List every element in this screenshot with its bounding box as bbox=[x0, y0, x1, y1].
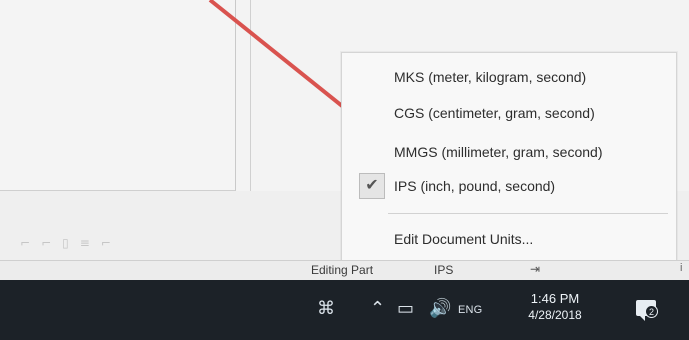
system-clock[interactable]: 1:46 PM 4/28/2018 bbox=[525, 291, 585, 323]
status-info: i bbox=[680, 262, 683, 274]
solidworks-window: ⌐ ⌐ ▯ ≡ ⌐ MKS (meter, kilogram, second) … bbox=[0, 0, 689, 340]
tab-marker: ⌐ bbox=[41, 236, 53, 250]
menu-item-label: MMGS (millimeter, gram, second) bbox=[394, 144, 603, 160]
notification-bubble-icon: 2 bbox=[636, 300, 658, 321]
tab-marker: ⌐ bbox=[100, 236, 112, 250]
clock-date: 4/28/2018 bbox=[528, 307, 582, 322]
menu-separator bbox=[388, 213, 668, 214]
tab-marker: ⌐ bbox=[20, 236, 32, 250]
checkmark-icon: ✔ bbox=[365, 177, 379, 194]
tab-marker: ▯ bbox=[62, 236, 70, 250]
people-icon[interactable]: ⌘ bbox=[317, 299, 335, 317]
menu-item-label: Edit Document Units... bbox=[394, 231, 534, 247]
tab-marker: ≡ bbox=[79, 236, 91, 250]
document-tabs: ⌐ ⌐ ▯ ≡ ⌐ bbox=[0, 233, 250, 253]
status-editing-part: Editing Part bbox=[311, 263, 374, 277]
status-units-button[interactable]: IPS bbox=[434, 263, 453, 277]
dropdown-arrow-icon[interactable]: ⇥ bbox=[530, 262, 540, 276]
windows-taskbar: ⌘ ⌃ ▭ 🔊 ENG 1:46 PM 4/28/2018 2 bbox=[0, 280, 689, 340]
language-indicator[interactable]: ENG bbox=[458, 304, 482, 316]
clock-time: 1:46 PM bbox=[530, 291, 580, 306]
menu-item-label: CGS (centimeter, gram, second) bbox=[394, 105, 595, 121]
ips-check-box[interactable]: ✔ bbox=[359, 173, 385, 199]
chevron-up-icon[interactable]: ⌃ bbox=[370, 299, 385, 317]
action-center-icon[interactable]: 2 bbox=[632, 294, 660, 322]
status-bar: Editing Part IPS ⇥ i bbox=[0, 260, 689, 280]
volume-icon[interactable]: 🔊 bbox=[429, 299, 451, 317]
menu-item-label: IPS (inch, pound, second) bbox=[394, 178, 556, 194]
left-panel bbox=[0, 0, 236, 191]
units-popup-menu: MKS (meter, kilogram, second) CGS (centi… bbox=[341, 52, 677, 264]
menu-item-mks[interactable]: MKS (meter, kilogram, second) bbox=[394, 62, 670, 92]
network-icon[interactable]: ▭ bbox=[397, 299, 414, 317]
menu-item-cgs[interactable]: CGS (centimeter, gram, second) bbox=[394, 98, 670, 128]
menu-item-ips[interactable]: IPS (inch, pound, second) bbox=[394, 171, 670, 201]
notification-count-badge: 2 bbox=[645, 305, 658, 318]
menu-item-mmgs[interactable]: MMGS (millimeter, gram, second) bbox=[394, 137, 670, 167]
menu-item-edit-document-units[interactable]: Edit Document Units... bbox=[394, 224, 670, 254]
menu-item-label: MKS (meter, kilogram, second) bbox=[394, 69, 587, 85]
